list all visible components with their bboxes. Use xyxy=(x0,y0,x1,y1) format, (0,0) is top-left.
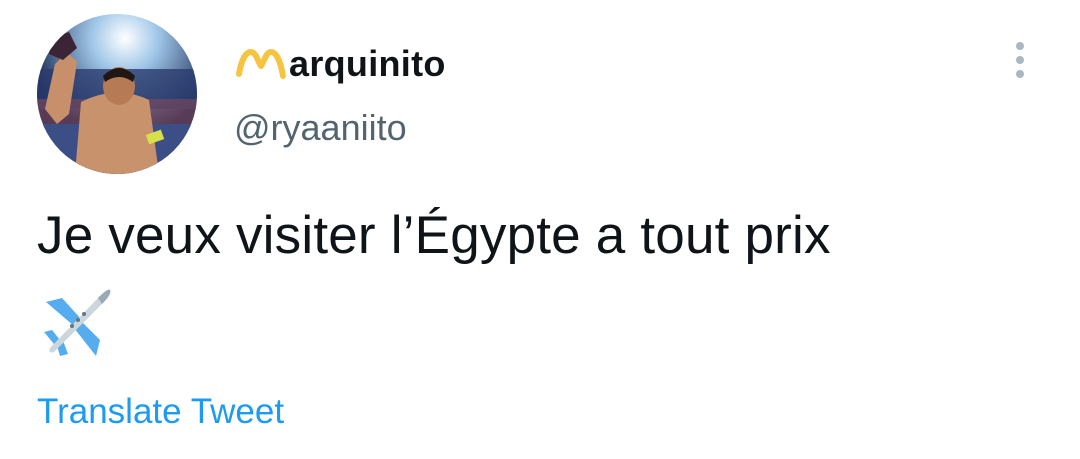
display-name[interactable]: arquinito xyxy=(289,40,446,88)
user-handle[interactable]: @ryaaniito xyxy=(234,104,407,152)
tweet-card: arquinito @ryaaniito Je veux visiter l’É… xyxy=(0,0,1080,459)
author-name-row[interactable]: arquinito xyxy=(233,40,446,88)
tweet-text: Je veux visiter l’Égypte a tout prix xyxy=(37,206,831,265)
avatar[interactable] xyxy=(37,14,197,174)
airplane-icon xyxy=(44,289,111,356)
avatar-image xyxy=(37,14,197,174)
translate-tweet-link[interactable]: Translate Tweet xyxy=(37,388,284,436)
more-options-icon[interactable] xyxy=(1008,40,1032,80)
m-logo-icon xyxy=(236,49,286,79)
